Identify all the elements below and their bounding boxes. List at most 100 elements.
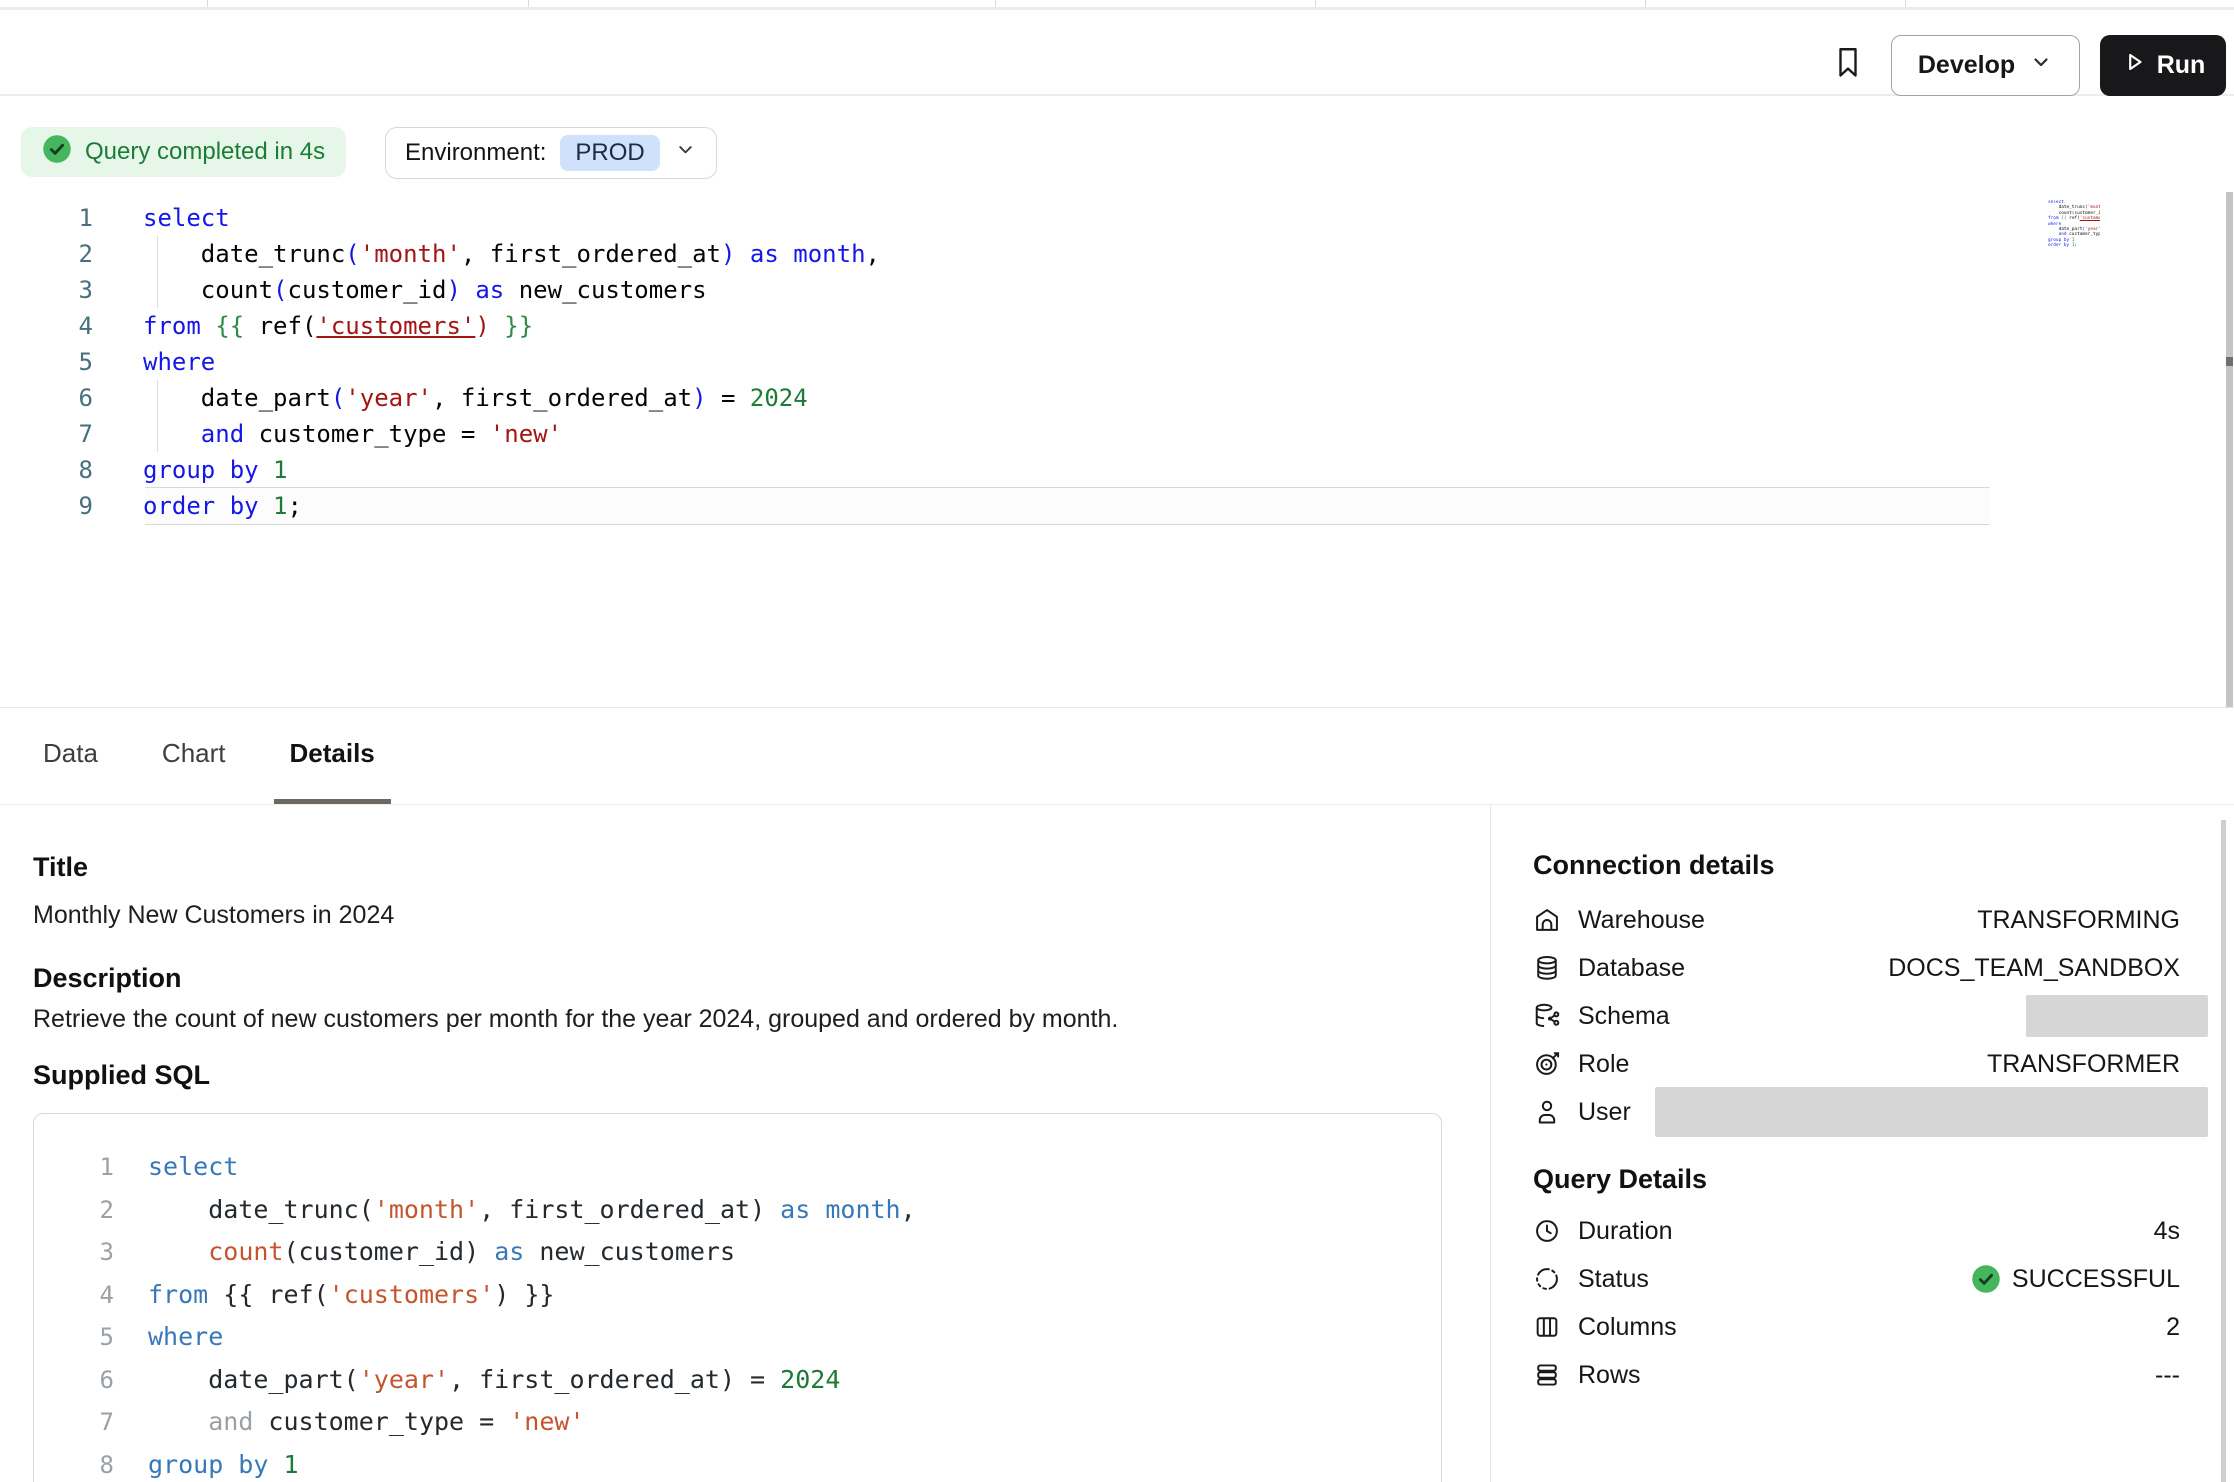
code-token: new_customers	[524, 1237, 735, 1266]
code-token: {{ ref(	[208, 1280, 328, 1309]
duration-icon	[1533, 1217, 1561, 1245]
code-text: from {{ ref('customers') }}	[114, 1274, 554, 1317]
code-token: month	[793, 240, 865, 268]
code-text: date_trunc('month', first_ordered_at) as…	[114, 1189, 916, 1232]
code-token	[143, 420, 201, 448]
code-token: 'customers'	[2080, 216, 2100, 221]
detail-value: ---	[2155, 1361, 2180, 1390]
code-token: customer_id	[288, 276, 447, 304]
query-status-badge: Query completed in 4s	[21, 127, 346, 177]
chevron-down-icon	[2029, 50, 2053, 81]
status-row: StatusSUCCESSFUL	[1491, 1255, 2234, 1303]
run-button[interactable]: Run	[2100, 35, 2226, 96]
detail-label: Columns	[1578, 1313, 1677, 1342]
check-circle-icon	[1971, 1264, 2001, 1294]
bookmark-button[interactable]	[1824, 37, 1872, 89]
code-token	[490, 312, 504, 340]
code-line: 4from {{ ref('customers') }}	[34, 1274, 1441, 1317]
line-number: 8	[34, 1444, 114, 1482]
code-token: 1	[273, 456, 287, 484]
supplied-sql-code-block: 1select2 date_trunc('month', first_order…	[33, 1113, 1442, 1482]
code-token: select	[143, 204, 230, 232]
code-token	[148, 1237, 208, 1266]
code-token: )	[475, 312, 489, 340]
code-token: customer_type =	[244, 420, 490, 448]
redacted-value	[1655, 1087, 2208, 1137]
sql-editor[interactable]: 1 select 2 date_trunc('month', first_order…	[0, 200, 2234, 524]
tab-details[interactable]: Details	[274, 708, 391, 804]
code-token: date_trunc(	[148, 1195, 374, 1224]
code-token: =	[707, 384, 750, 412]
line-number: 2	[0, 236, 93, 272]
line-number: 5	[0, 344, 93, 380]
code-token	[201, 312, 215, 340]
role-icon	[1533, 1050, 1561, 1078]
environment-selector[interactable]: Environment: PROD	[385, 127, 717, 179]
tab-chart[interactable]: Chart	[146, 708, 242, 804]
code-line: 3 count(customer_id) as new_customers	[0, 272, 2234, 308]
editor-minimap[interactable]: select date_trunc('month', first_ordered…	[1998, 200, 2100, 250]
detail-value-text: DOCS_TEAM_SANDBOX	[1888, 954, 2180, 983]
warehouse-icon	[1533, 906, 1561, 934]
code-token: where	[148, 1322, 223, 1351]
detail-value-text: 2	[2166, 1313, 2180, 1342]
detail-label: Role	[1578, 1050, 1629, 1079]
code-token: 'new'	[509, 1407, 584, 1436]
code-line: 2 date_trunc('month', first_ordered_at) …	[34, 1189, 1441, 1232]
supplied-sql-heading: Supplied SQL	[33, 1060, 210, 1091]
code-text: date_trunc('month', first_ordered_at) as…	[93, 236, 880, 272]
code-token: as	[494, 1237, 524, 1266]
code-token: order by	[2048, 243, 2069, 248]
code-token: customer_type =	[2067, 232, 2100, 237]
connection-details-list: WarehouseTRANSFORMINGDatabaseDOCS_TEAM_S…	[1491, 896, 2234, 1136]
code-text: date_part('year', first_ordered_at) = 20…	[93, 380, 808, 416]
rows-row: Rows---	[1491, 1351, 2234, 1399]
detail-label: Schema	[1578, 1002, 1670, 1031]
develop-dropdown[interactable]: Develop	[1891, 35, 2080, 96]
tab-label: Chart	[162, 738, 226, 769]
code-text: select	[93, 200, 230, 236]
code-token: and	[2059, 232, 2067, 237]
scrollbar-thumb[interactable]	[2226, 357, 2233, 366]
code-line: 9order by 1;	[0, 488, 2234, 524]
code-token: month	[825, 1195, 900, 1224]
sidebar-scrollbar[interactable]	[2221, 820, 2226, 1482]
code-token: 'month'	[2088, 205, 2100, 210]
detail-value: TRANSFORMER	[1987, 1050, 2180, 1079]
rows-icon	[1533, 1361, 1561, 1389]
tab-divider	[1905, 0, 1906, 7]
code-text: and customer_type = 'new'	[93, 416, 562, 452]
code-token	[735, 240, 749, 268]
app-root: Develop Run Query completed in 4s Enviro…	[0, 0, 2234, 1482]
tab-label: Details	[290, 738, 375, 769]
code-line: 1select	[34, 1146, 1441, 1189]
code-token: }}	[504, 312, 533, 340]
editor-scrollbar[interactable]	[2226, 192, 2233, 713]
detail-value-text: 4s	[2154, 1217, 2180, 1246]
code-line: 7 and customer_type = 'new'	[34, 1401, 1441, 1444]
code-token: 1	[2072, 238, 2075, 243]
line-number: 9	[0, 488, 93, 524]
description-heading: Description	[33, 963, 182, 994]
code-line: 2 date_trunc('month', first_ordered_at) …	[0, 236, 2234, 272]
details-panel: Title Monthly New Customers in 2024 Desc…	[0, 805, 1490, 1482]
code-text: order by 1;	[1998, 243, 2077, 248]
code-token: 'customers'	[329, 1280, 495, 1309]
tab-divider	[1645, 0, 1646, 7]
user-row: User	[1491, 1088, 2234, 1136]
code-line: 7 and customer_type = 'new'	[0, 416, 2234, 452]
code-token: 2024	[750, 384, 808, 412]
detail-label: User	[1578, 1098, 1631, 1127]
code-token: ,	[901, 1195, 916, 1224]
code-token: from	[2048, 216, 2059, 221]
detail-label: Warehouse	[1578, 906, 1705, 935]
code-text: group by 1	[93, 452, 288, 488]
tab-data[interactable]: Data	[27, 708, 114, 804]
code-token: )	[446, 276, 460, 304]
line-number: 4	[34, 1274, 114, 1317]
code-token: group by	[148, 1450, 268, 1479]
code-token: group by	[2048, 238, 2069, 243]
schema-row: Schema	[1491, 992, 2234, 1040]
play-icon	[2121, 49, 2147, 82]
line-number: 6	[34, 1359, 114, 1402]
